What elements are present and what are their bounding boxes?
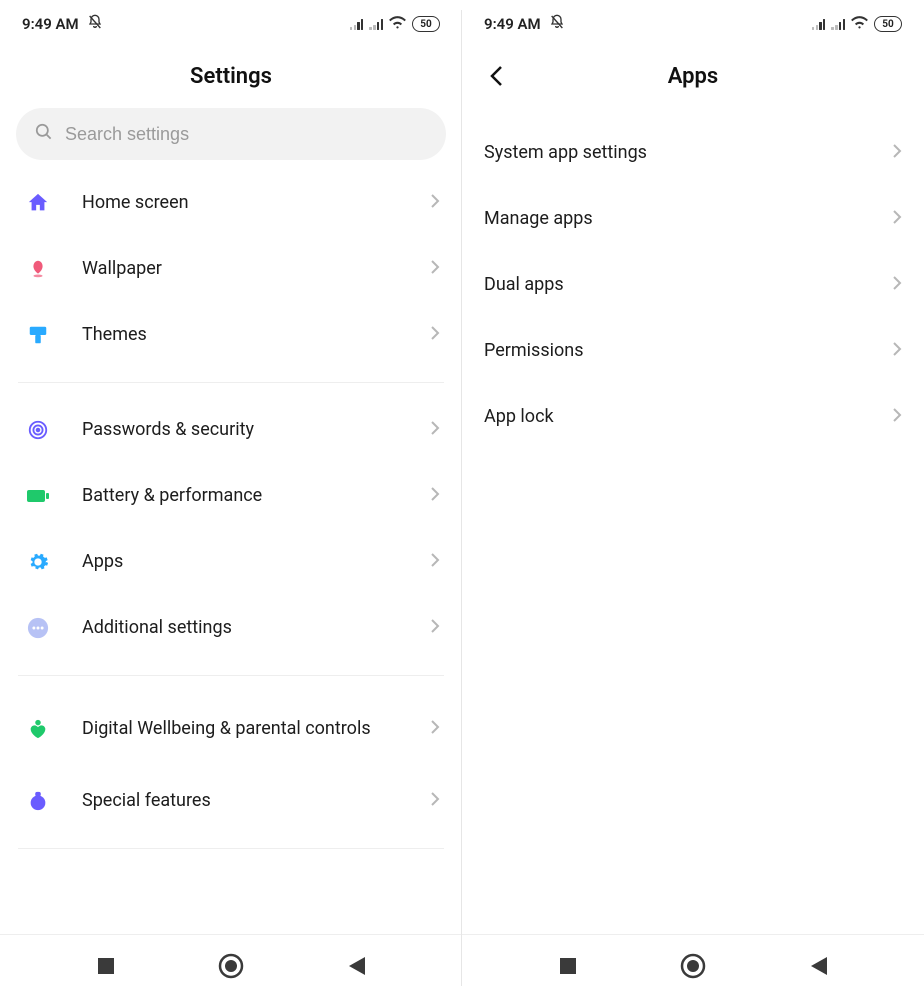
page-title: Settings	[190, 64, 272, 89]
row-manage-apps[interactable]: Manage apps	[462, 186, 924, 252]
signal-1-icon	[350, 18, 364, 30]
settings-screen: 9:49 AM 50 Settings	[0, 0, 462, 996]
search-icon	[34, 122, 53, 146]
search-box[interactable]	[16, 108, 446, 160]
row-label: Permissions	[484, 340, 892, 363]
more-icon	[24, 617, 52, 639]
signal-2-icon	[831, 18, 845, 30]
signal-1-icon	[812, 18, 826, 30]
row-label: Battery & performance	[82, 485, 430, 508]
row-label: Digital Wellbeing & parental controls	[82, 718, 430, 741]
wifi-icon	[851, 15, 868, 33]
status-left: 9:49 AM	[484, 14, 565, 34]
chevron-right-icon	[430, 259, 440, 279]
status-right: 50	[350, 15, 440, 33]
search-container	[0, 104, 462, 164]
row-label: Manage apps	[484, 208, 892, 231]
special-features-icon	[24, 790, 52, 812]
nav-recent-button[interactable]	[86, 946, 126, 986]
signal-2-icon	[369, 18, 383, 30]
chevron-right-icon	[892, 209, 902, 229]
row-dual-apps[interactable]: Dual apps	[462, 252, 924, 318]
chevron-right-icon	[430, 719, 440, 739]
row-special-features[interactable]: Special features	[0, 768, 462, 834]
home-icon	[24, 192, 52, 214]
chevron-right-icon	[430, 552, 440, 572]
clock-text: 9:49 AM	[484, 15, 541, 33]
chevron-right-icon	[430, 193, 440, 213]
row-battery-performance[interactable]: Battery & performance	[0, 463, 462, 529]
gear-icon	[24, 551, 52, 573]
themes-icon	[24, 324, 52, 346]
row-label: Additional settings	[82, 617, 430, 640]
chevron-right-icon	[892, 143, 902, 163]
row-permissions[interactable]: Permissions	[462, 318, 924, 384]
group-divider	[18, 675, 444, 676]
nav-back-button[interactable]	[337, 946, 377, 986]
apps-header: Apps	[462, 48, 924, 104]
status-right: 50	[812, 15, 902, 33]
navigation-bar	[0, 934, 462, 996]
chevron-right-icon	[430, 325, 440, 345]
chevron-right-icon	[892, 275, 902, 295]
page-title: Apps	[668, 64, 718, 89]
nav-recent-button[interactable]	[548, 946, 588, 986]
status-bar: 9:49 AM 50	[462, 0, 924, 48]
row-system-app-settings[interactable]: System app settings	[462, 120, 924, 186]
row-label: App lock	[484, 406, 892, 429]
row-passwords-security[interactable]: Passwords & security	[0, 397, 462, 463]
chevron-right-icon	[892, 407, 902, 427]
search-input[interactable]	[65, 124, 428, 145]
row-label: Dual apps	[484, 274, 892, 297]
wellbeing-icon	[24, 718, 52, 740]
row-home-screen[interactable]: Home screen	[0, 170, 462, 236]
row-label: Passwords & security	[82, 419, 430, 442]
chevron-right-icon	[892, 341, 902, 361]
wifi-icon	[389, 15, 406, 33]
chevron-right-icon	[430, 618, 440, 638]
row-label: System app settings	[484, 142, 892, 165]
row-additional-settings[interactable]: Additional settings	[0, 595, 462, 661]
dnd-icon	[549, 14, 565, 34]
battery-icon: 50	[412, 16, 440, 32]
battery-icon: 50	[874, 16, 902, 32]
navigation-bar	[462, 934, 924, 996]
apps-list[interactable]: System app settings Manage apps Dual app…	[462, 104, 924, 934]
nav-back-button[interactable]	[799, 946, 839, 986]
row-themes[interactable]: Themes	[0, 302, 462, 368]
settings-header: Settings	[0, 48, 462, 104]
status-bar: 9:49 AM 50	[0, 0, 462, 48]
row-label: Themes	[82, 324, 430, 347]
chevron-right-icon	[430, 791, 440, 811]
group-divider	[18, 382, 444, 383]
row-label: Special features	[82, 790, 430, 813]
row-label: Apps	[82, 551, 430, 574]
clock-text: 9:49 AM	[22, 15, 79, 33]
chevron-right-icon	[430, 486, 440, 506]
row-wallpaper[interactable]: Wallpaper	[0, 236, 462, 302]
row-apps[interactable]: Apps	[0, 529, 462, 595]
group-divider	[18, 848, 444, 849]
row-label: Home screen	[82, 192, 430, 215]
battery-icon	[24, 488, 52, 504]
fingerprint-icon	[24, 419, 52, 441]
chevron-right-icon	[430, 420, 440, 440]
status-left: 9:49 AM	[22, 14, 103, 34]
row-app-lock[interactable]: App lock	[462, 384, 924, 450]
back-button[interactable]	[480, 60, 512, 92]
nav-home-button[interactable]	[673, 946, 713, 986]
dnd-icon	[87, 14, 103, 34]
row-label: Wallpaper	[82, 258, 430, 281]
row-digital-wellbeing[interactable]: Digital Wellbeing & parental controls	[0, 690, 462, 768]
wallpaper-icon	[24, 258, 52, 280]
apps-screen: 9:49 AM 50 App	[462, 0, 924, 996]
nav-home-button[interactable]	[211, 946, 251, 986]
settings-list[interactable]: Home screen Wallpaper Themes Passwords &…	[0, 164, 462, 934]
